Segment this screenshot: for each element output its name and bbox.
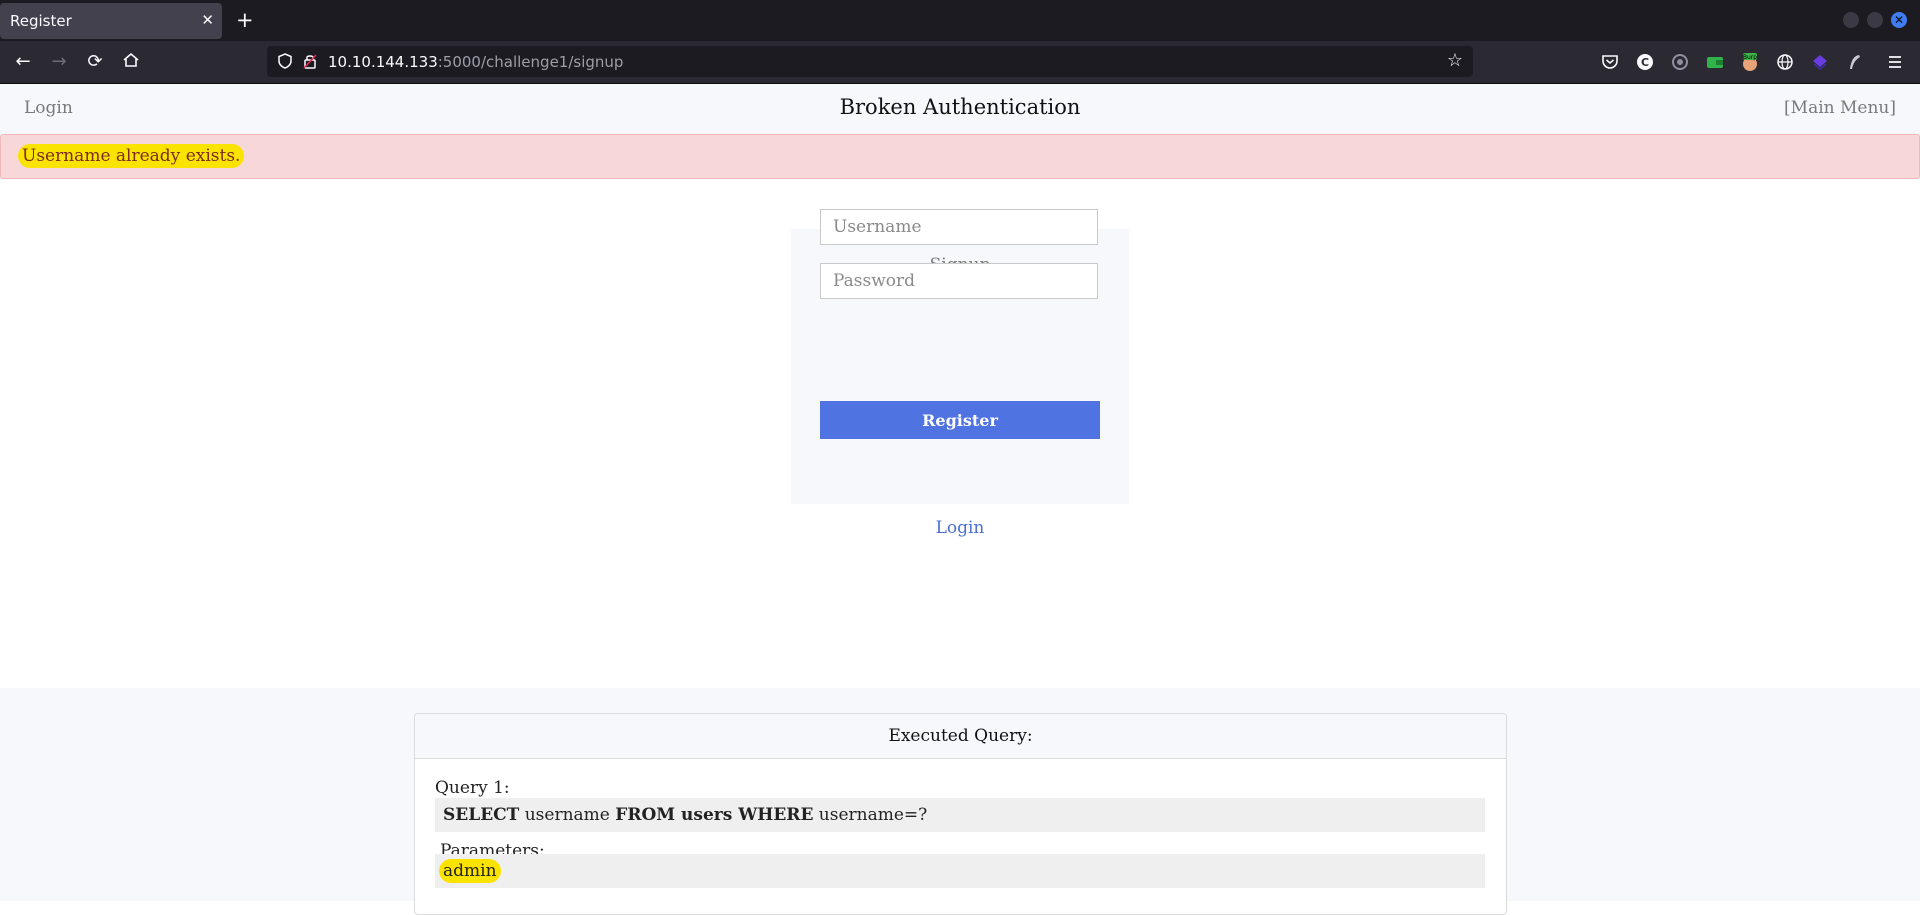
query-panel-header: Executed Query: (415, 714, 1506, 759)
executed-query-panel: Executed Query: Query 1: SELECT username… (414, 713, 1507, 915)
sql-keyword: FROM users WHERE (615, 805, 814, 825)
shield-icon[interactable] (276, 52, 294, 70)
sql-text: username (519, 805, 616, 825)
error-alert: Username already exists. (0, 134, 1920, 179)
url-text[interactable]: 10.10.144.133:5000/challenge1/signup (328, 53, 623, 71)
tab-close-icon[interactable]: ✕ (201, 11, 214, 29)
home-icon (123, 52, 139, 67)
bookmark-star-icon[interactable]: ☆ (1447, 50, 1463, 71)
query-header-text: Executed Query: (888, 726, 1033, 746)
back-button[interactable]: ← (12, 51, 34, 73)
browser-tab[interactable]: Register ✕ (0, 3, 222, 39)
login-link[interactable]: Login (936, 518, 985, 538)
parameter-value: admin (439, 859, 501, 883)
insecure-lock-icon[interactable] (301, 52, 319, 70)
navigation-toolbar: ← → ⟳ 10.10.144.133:5000/challenge1/sign… (0, 41, 1920, 84)
sql-keyword: SELECT (443, 805, 520, 825)
maximize-button[interactable] (1867, 12, 1883, 28)
svg-text:Burp: Burp (1743, 54, 1757, 61)
password-input[interactable] (820, 263, 1098, 299)
alert-message: Username already exists. (18, 144, 245, 168)
reload-button[interactable]: ⟳ (84, 51, 106, 73)
parameter-value-row: admin (435, 854, 1485, 888)
page-title: Broken Authentication (839, 95, 1081, 119)
url-bar[interactable]: 10.10.144.133:5000/challenge1/signup ☆ (267, 46, 1473, 77)
home-button[interactable] (120, 51, 142, 73)
main-menu-link[interactable]: [Main Menu] (1784, 98, 1896, 118)
url-host: 10.10.144.133 (328, 53, 438, 71)
svg-text:C: C (1641, 56, 1649, 69)
globe-icon[interactable] (1775, 52, 1795, 72)
wallet-extension-icon[interactable] (1705, 52, 1725, 72)
signup-card: Signup (791, 209, 1129, 504)
window-close-button[interactable]: ✕ (1891, 12, 1907, 28)
username-input[interactable] (820, 209, 1098, 245)
sql-text: username=? (813, 805, 928, 825)
feather-extension-icon[interactable] (1845, 52, 1865, 72)
minimize-button[interactable] (1843, 12, 1859, 28)
site-header: Login Broken Authentication [Main Menu] (0, 84, 1920, 134)
new-tab-button[interactable]: + (236, 8, 254, 32)
register-button[interactable]: Register (820, 401, 1100, 439)
url-path: :5000/challenge1/signup (437, 53, 624, 71)
cookie-extension-icon[interactable]: C (1635, 52, 1655, 72)
layers-extension-icon[interactable] (1810, 52, 1830, 72)
query-label: Query 1: (435, 778, 510, 798)
signup-login-link: Login (0, 518, 1920, 538)
burp-extension-icon[interactable]: Burp (1740, 52, 1760, 72)
hamburger-menu-icon[interactable] (1885, 52, 1905, 72)
page-content: Login Broken Authentication [Main Menu] … (0, 84, 1920, 915)
pocket-icon[interactable] (1600, 52, 1620, 72)
sql-statement: SELECT username FROM users WHERE usernam… (435, 798, 1485, 832)
forward-button[interactable]: → (48, 51, 70, 73)
power-extension-icon[interactable] (1670, 52, 1690, 72)
tab-title: Register (10, 12, 72, 30)
tab-bar: Register ✕ + ✕ (0, 0, 1920, 41)
